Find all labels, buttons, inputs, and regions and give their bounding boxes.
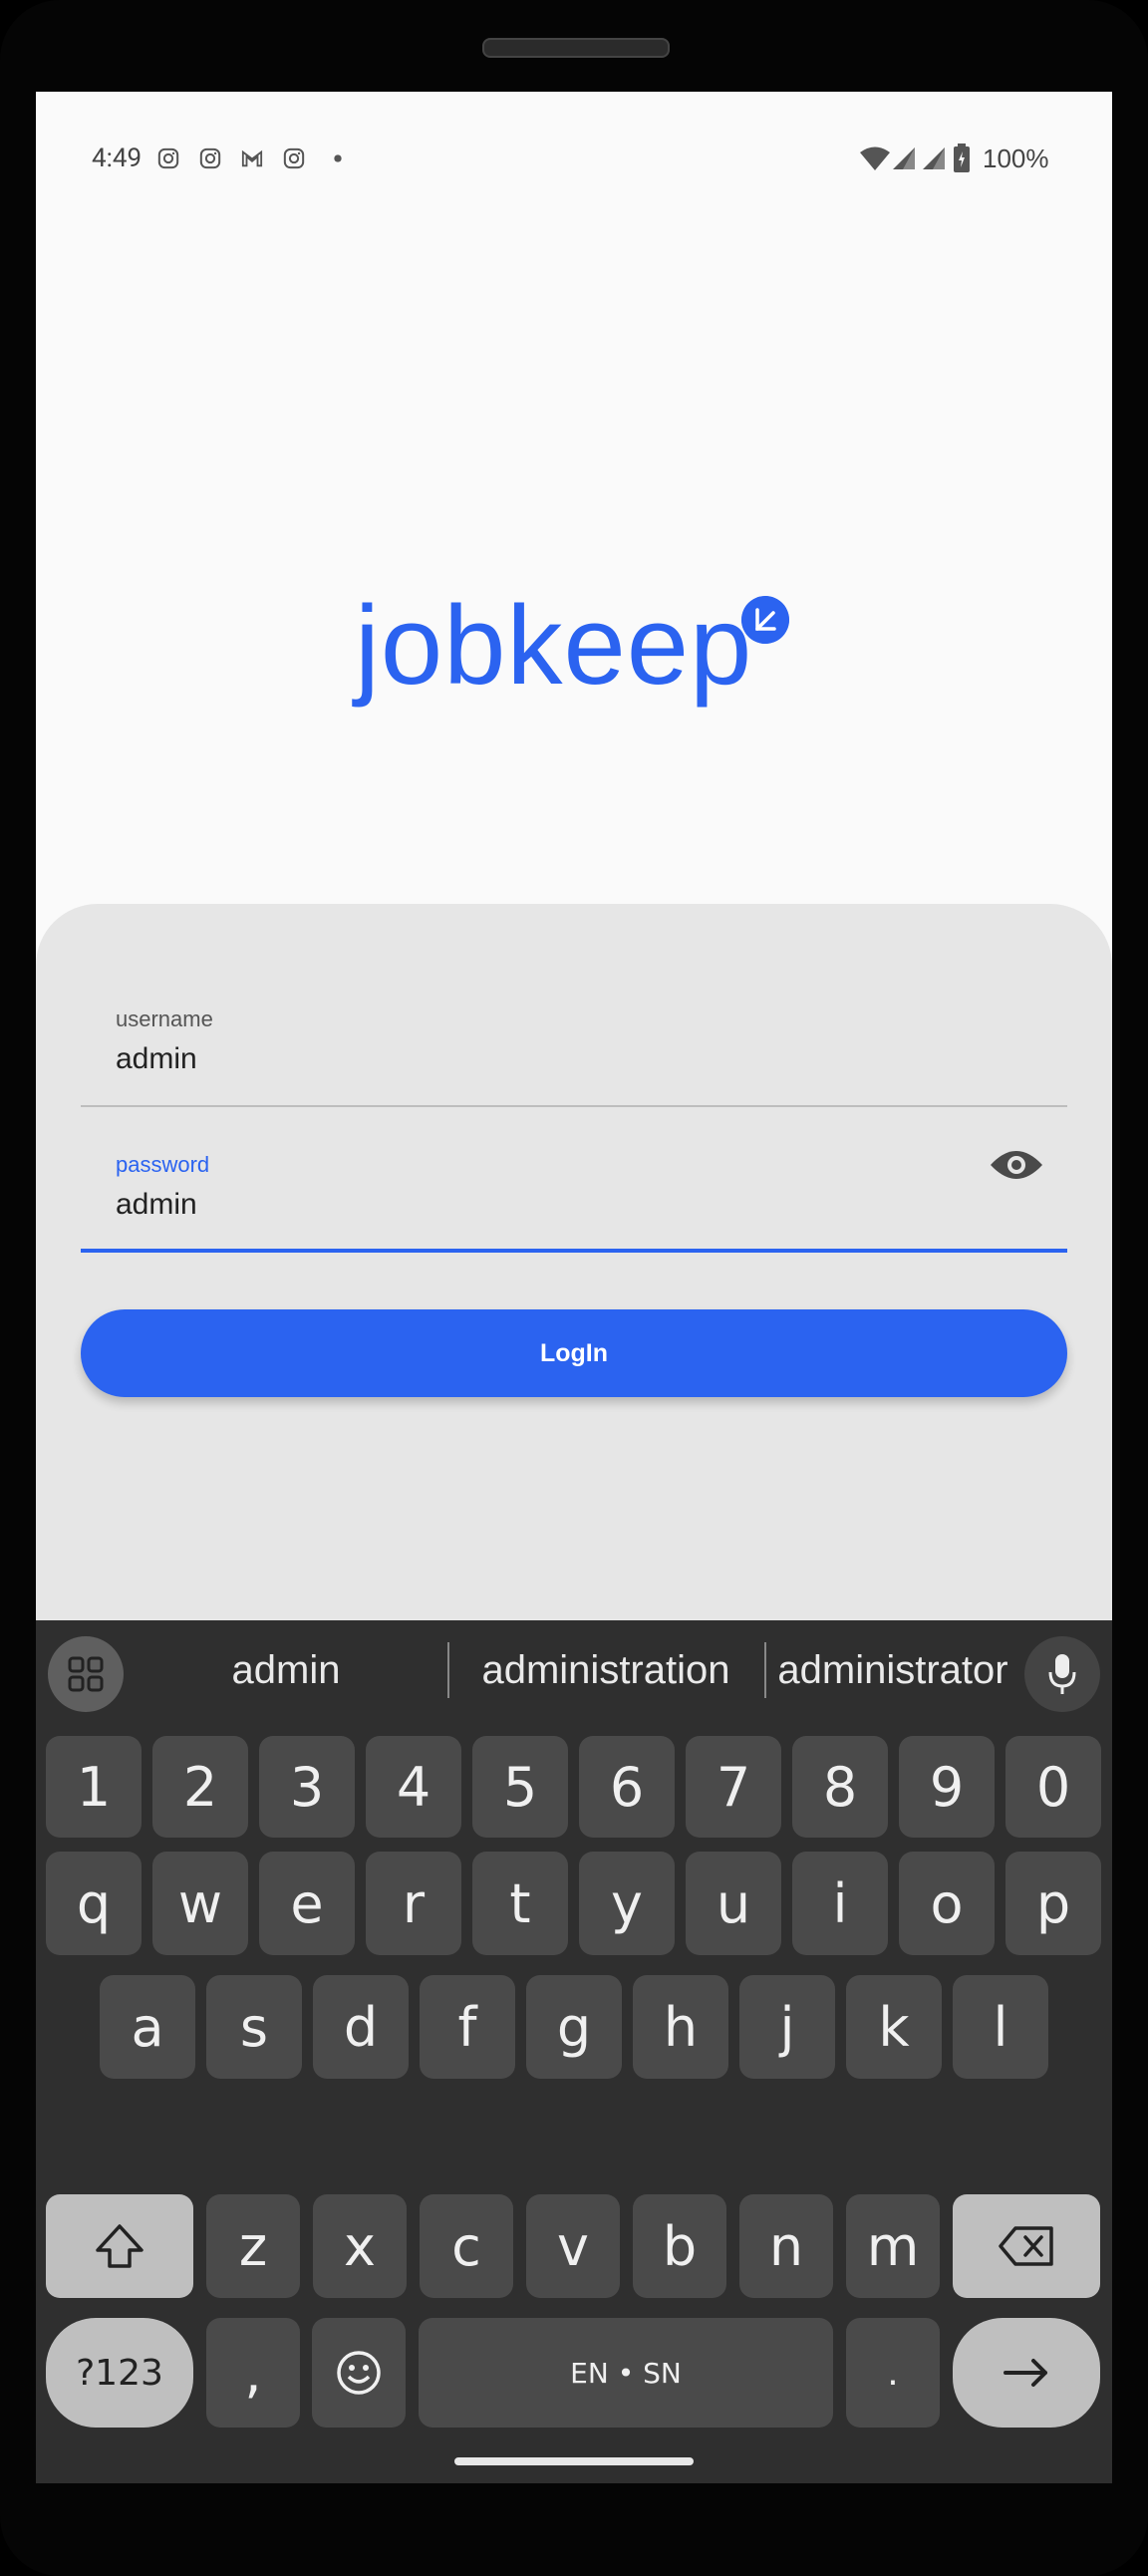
key-a[interactable]: a [100,1975,195,2079]
screen: 4:49 100% jobkeep username admin passwor… [36,92,1112,2483]
key-0[interactable]: 0 [1005,1736,1101,1838]
symbols-key[interactable]: ?123 [46,2318,193,2428]
key-d[interactable]: d [313,1975,409,2079]
key-3[interactable]: 3 [259,1736,355,1838]
signal-icon [923,147,945,169]
key-2[interactable]: 2 [152,1736,248,1838]
instagram-icon [157,147,179,169]
key-7[interactable]: 7 [686,1736,781,1838]
arrow-right-icon [1004,2359,1047,2387]
speaker-grille [482,38,670,58]
keyboard-apps-button[interactable] [48,1636,124,1712]
key-5[interactable]: 5 [472,1736,568,1838]
battery-percent: 100% [983,143,1049,173]
suggestion-item[interactable]: admin [136,1640,436,1700]
key-u[interactable]: u [686,1852,781,1955]
key-x[interactable]: x [313,2194,407,2298]
key-4[interactable]: 4 [366,1736,461,1838]
space-key[interactable]: EN • SN [419,2318,833,2428]
key-g[interactable]: g [526,1975,622,2079]
suggestion-item[interactable]: administration [450,1640,761,1700]
wifi-icon [860,146,890,170]
grid-icon [68,1656,104,1692]
logo-arrow-icon [741,596,789,644]
show-password-icon[interactable] [989,1145,1044,1185]
suggestion-item[interactable]: administrator [767,1640,1018,1700]
instagram-icon [199,147,221,169]
username-field[interactable]: admin [116,1042,197,1076]
key-6[interactable]: 6 [579,1736,675,1838]
notification-dot-icon [334,154,342,162]
key-t[interactable]: t [472,1852,568,1955]
login-button[interactable]: LogIn [81,1309,1067,1397]
backspace-key[interactable] [953,2194,1100,2298]
shift-key[interactable] [46,2194,193,2298]
signal-icon [893,147,915,169]
key-i[interactable]: i [792,1852,888,1955]
soft-keyboard: admin administration administrator ?123 … [36,1620,1112,2483]
backspace-icon [999,2226,1053,2266]
key-p[interactable]: p [1005,1852,1101,1955]
key-n[interactable]: n [739,2194,833,2298]
key-o[interactable]: o [899,1852,995,1955]
password-label: password [116,1152,210,1177]
instagram-icon [283,147,305,169]
status-bar: 4:49 100% [36,92,1112,173]
gesture-nav-handle[interactable] [454,2457,694,2465]
emoji-key[interactable] [312,2318,406,2428]
gmail-icon [241,149,263,167]
key-8[interactable]: 8 [792,1736,888,1838]
microphone-icon [1048,1654,1076,1694]
phone-frame: 4:49 100% jobkeep username admin passwor… [0,0,1148,2576]
username-underline [81,1105,1067,1107]
app-logo: jobkeep [355,583,753,708]
comma-key[interactable]: , [206,2318,300,2428]
key-f[interactable]: f [420,1975,515,2079]
key-q[interactable]: q [46,1852,142,1955]
password-field[interactable]: admin [116,1188,197,1222]
key-k[interactable]: k [846,1975,942,2079]
key-1[interactable]: 1 [46,1736,142,1838]
key-l[interactable]: l [953,1975,1048,2079]
shift-icon [96,2224,144,2268]
suggestion-separator [764,1642,766,1698]
password-underline [81,1249,1067,1253]
key-y[interactable]: y [579,1852,675,1955]
key-h[interactable]: h [633,1975,728,2079]
username-label: username [116,1006,213,1031]
key-m[interactable]: m [846,2194,940,2298]
status-time: 4:49 [92,143,143,173]
key-e[interactable]: e [259,1852,355,1955]
key-s[interactable]: s [206,1975,302,2079]
key-z[interactable]: z [206,2194,300,2298]
voice-input-button[interactable] [1024,1636,1100,1712]
key-v[interactable]: v [526,2194,620,2298]
battery-icon [954,143,970,172]
suggestion-separator [447,1642,449,1698]
key-j[interactable]: j [739,1975,835,2079]
enter-key[interactable] [953,2318,1100,2428]
key-b[interactable]: b [633,2194,726,2298]
key-c[interactable]: c [420,2194,513,2298]
period-key[interactable]: . [846,2318,940,2428]
emoji-icon [337,2351,381,2395]
key-r[interactable]: r [366,1852,461,1955]
key-w[interactable]: w [152,1852,248,1955]
key-9[interactable]: 9 [899,1736,995,1838]
